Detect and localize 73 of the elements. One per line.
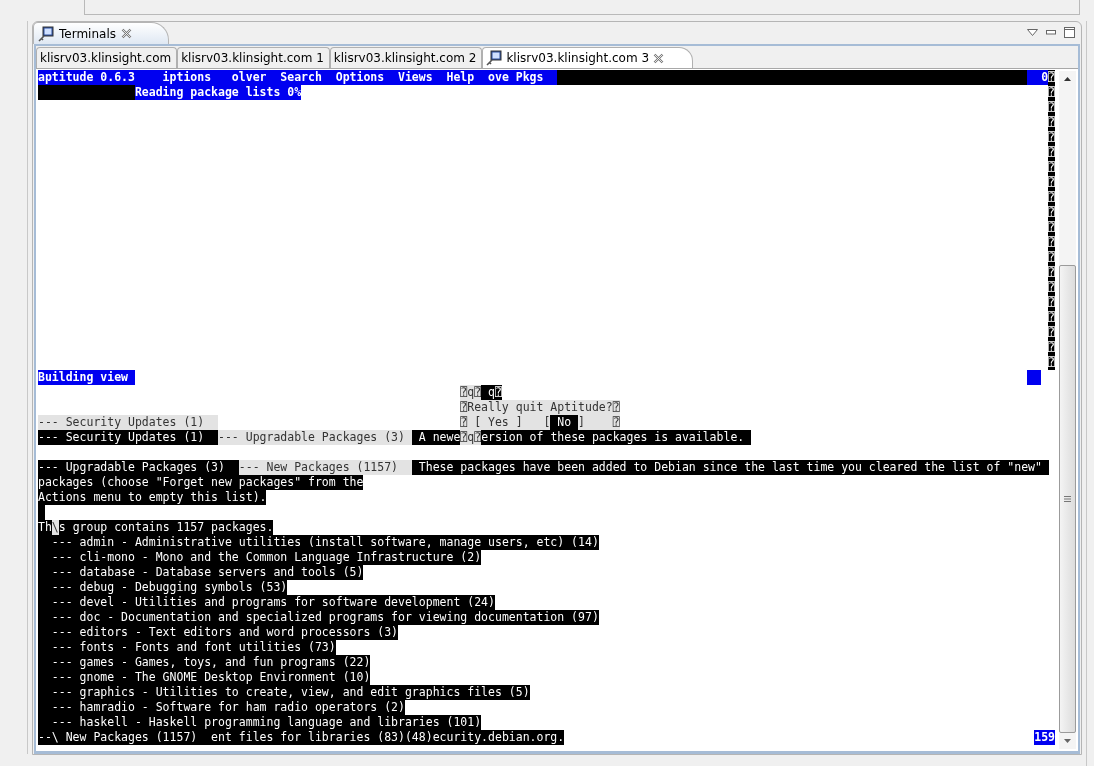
terminal-text: --- Security Updates (1) [38,415,218,430]
terminal-tab[interactable]: klisrv03.klinsight.com 1 [177,47,330,68]
terminal-tab[interactable]: klisrv03.klinsight.com 3 [482,47,694,68]
terminal-text: --- Upgradable Packages (3) [38,460,239,475]
terminal-text: ⍰ [1048,115,1055,130]
terminal-text: packages (choose "Forget new packages" from the [38,475,364,490]
terminal-block [1027,370,1042,385]
terminal-text: ⍰ [1048,325,1055,340]
terminal-text: ersion of these packages is available. [481,430,752,445]
terminal-text: No [550,415,579,430]
terminal-text: ⍰ [1048,220,1055,235]
terminal-text: --\ New Packages (1157) ent files for libraries (83)(48)ecurity.debian.org. [38,730,565,745]
terminal-text: --- gnome - The GNOME Desktop Environment (10) [38,670,371,685]
terminal-text: Actions menu to empty this list). [38,490,267,505]
scroll-up-icon[interactable] [1064,77,1071,81]
terminal-text: ⍰ [1048,250,1055,265]
terminal-text: ⍰ [1048,100,1055,115]
terminal-text: ⍰Really quit Aptitude?⍰ [460,400,620,415]
terminal-text: q⍰ [481,385,502,400]
terminal-text: ⍰ [1048,340,1055,355]
terminal-text: --- database - Database servers and tools (5) [38,565,364,580]
terminal-text: --- Security Updates (1) [38,430,218,445]
terminal-text: ⍰ [1048,355,1055,370]
terminal-text: --- doc - Documentation and specialized programs for viewing documentation (97) [38,610,599,625]
terminal-text: --- editors - Text editors and word processors (3) [38,625,399,640]
terminal-text: ⍰ [1048,190,1055,205]
terminal-icon [38,25,54,42]
terminal-text: ⍰ [1048,265,1055,280]
terminal-text: --- New Packages (1157) [238,460,412,475]
terminal-text: ] ⍰ [578,415,620,430]
terminal-text: ⍰ [ Yes ] [ [460,415,551,430]
terminal-text: --- fonts - Fonts and font utilities (73) [38,640,336,655]
close-icon[interactable] [120,28,132,39]
terminal-text: ⍰ [1048,205,1055,220]
terminal-text: --- cli-mono - Mono and the Common Language Infrastructure (2) [38,550,482,565]
terminal-text: --- admin - Administrative utilities (install software, manage users, etc) (14) [38,535,599,550]
terminal-text: --- haskell - Haskell programming language and libraries (101) [38,715,482,730]
terminal-text: --- Upgradable Packages (3) [218,430,412,445]
maximize-icon[interactable] [1064,27,1075,38]
terminal-text: Reading package lists 0% [134,85,302,100]
scrollbar[interactable] [1059,71,1076,749]
terminal-text: ⍰ [1048,235,1055,250]
close-icon[interactable] [653,52,665,64]
terminal-tab[interactable]: klisrv03.klinsight.com 2 [329,47,483,68]
terminal-text: ⍰ [1048,295,1055,310]
terminal-text: ⍰q⍰ [460,385,482,400]
terminal-text: ⍰ [1048,175,1055,190]
terminal-text: These packages have been added to Debian since the last time you cleared the list of "new" [411,460,1049,475]
terminal-text: ⍰ [1048,145,1055,160]
terminal-text: ⍰ [1048,130,1055,145]
terminal-text: Th [38,520,52,535]
terminal-text: --- hamradio - Software for ham radio operators (2) [38,700,405,715]
terminal-text: 159 [1034,730,1055,745]
terminal-text: Building view [38,370,135,385]
terminal-tab[interactable]: klisrv03.klinsight.com [36,47,178,68]
grip-icon [1064,496,1071,502]
terminal-text: \ [51,520,59,535]
terminal-text: --- devel - Utilities and programs for software development (24) [38,595,495,610]
scroll-down-icon[interactable] [1064,739,1071,743]
terminal-text: --- debug - Debugging symbols (53) [38,580,288,595]
terminal-text: ⍰ [1048,280,1055,295]
terminal-text: ⍰ [1048,85,1055,100]
scroll-thumb[interactable] [1059,265,1076,733]
view-tab[interactable]: Terminals [33,22,169,44]
terminal-text: ⍰ [1048,70,1055,85]
terminal-text: s group contains 1157 packages. [58,520,274,535]
minimize-icon[interactable] [1046,30,1056,35]
terminal-text: ⍰ [1048,160,1055,175]
terminal-text: aptitude 0.6.3 iptions olver Search Options Views Help ove Pkgs [38,70,558,85]
terminal-text: --- graphics - Utilities to create, view, and edit graphics files (5) [38,685,530,700]
view-menu-icon[interactable] [1027,29,1038,36]
terminal-text: ⍰ [1048,310,1055,325]
terminal-text: --- games - Games, toys, and fun programs (22) [38,655,371,670]
